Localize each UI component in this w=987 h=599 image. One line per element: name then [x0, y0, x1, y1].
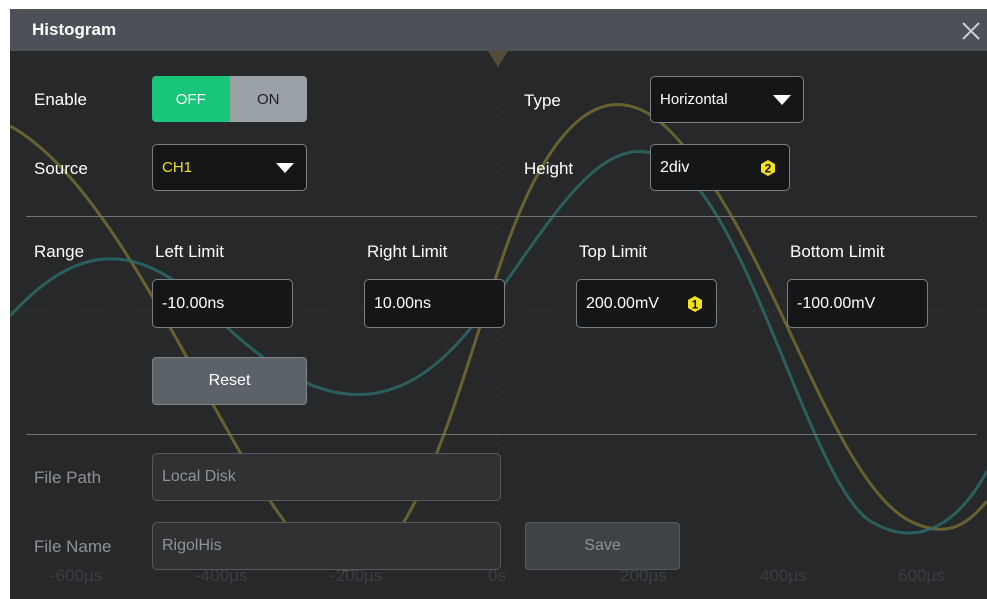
source-select[interactable]: CH1	[152, 144, 307, 191]
file-path-label: File Path	[34, 468, 102, 487]
divider-2	[26, 434, 977, 435]
left-limit-input[interactable]: -10.00ns	[152, 279, 293, 328]
reset-button[interactable]: Reset	[152, 357, 307, 405]
axis-label: 600μs	[898, 566, 945, 585]
svg-text:2: 2	[765, 161, 772, 175]
enable-off-option[interactable]: OFF	[152, 76, 230, 122]
dialog-titlebar: Histogram	[10, 9, 987, 51]
right-limit-label: Right Limit	[367, 242, 448, 261]
height-label: Height	[524, 159, 574, 178]
axis-label: -600μs	[50, 566, 103, 585]
trigger-marker	[488, 51, 508, 67]
knob-1-icon: 1	[688, 295, 702, 312]
file-path-field[interactable]: Local Disk	[152, 453, 501, 501]
save-button[interactable]: Save	[525, 522, 680, 570]
enable-toggle[interactable]: OFF ON	[152, 76, 307, 122]
type-select[interactable]: Horizontal	[650, 76, 804, 123]
file-name-label: File Name	[34, 537, 112, 556]
right-limit-value: 10.00ns	[374, 294, 431, 312]
file-path-value: Local Disk	[162, 468, 236, 485]
range-label: Range	[34, 242, 85, 261]
histogram-dialog: Histogram Enable OFF ON Type Horizontal …	[10, 9, 987, 599]
bottom-limit-input[interactable]: -100.00mV	[787, 279, 928, 328]
bottom-limit-label: Bottom Limit	[790, 242, 885, 261]
height-input[interactable]: 2div 2	[650, 144, 790, 191]
file-name-value: RigolHis	[162, 537, 222, 554]
bottom-limit-value: -100.00mV	[797, 294, 876, 312]
axis-label: 0s	[488, 566, 506, 585]
source-value: CH1	[162, 159, 193, 176]
svg-text:1: 1	[692, 297, 699, 311]
top-limit-input[interactable]: 200.00mV 1	[576, 279, 717, 328]
enable-label: Enable	[34, 90, 87, 109]
axis-label: 200μs	[620, 566, 667, 585]
knob-2-icon: 2	[761, 159, 775, 176]
axis-label: -400μs	[195, 566, 248, 585]
source-label: Source	[34, 159, 88, 178]
axis-label: 400μs	[760, 566, 807, 585]
close-icon[interactable]	[955, 15, 987, 47]
file-name-input[interactable]: RigolHis	[152, 522, 501, 570]
height-value: 2div	[660, 158, 690, 176]
axis-label: -200μs	[330, 566, 383, 585]
enable-on-option[interactable]: ON	[229, 76, 307, 122]
divider-1	[26, 216, 977, 217]
left-limit-value: -10.00ns	[162, 294, 225, 312]
right-limit-input[interactable]: 10.00ns	[364, 279, 505, 328]
chevron-down-icon	[276, 162, 294, 173]
top-limit-value: 200.00mV	[586, 294, 659, 312]
type-label: Type	[524, 91, 561, 110]
chevron-down-icon	[773, 94, 791, 105]
dialog-title: Histogram	[32, 20, 117, 39]
top-limit-label: Top Limit	[579, 242, 648, 261]
type-value: Horizontal	[660, 91, 728, 108]
left-limit-label: Left Limit	[155, 242, 224, 261]
